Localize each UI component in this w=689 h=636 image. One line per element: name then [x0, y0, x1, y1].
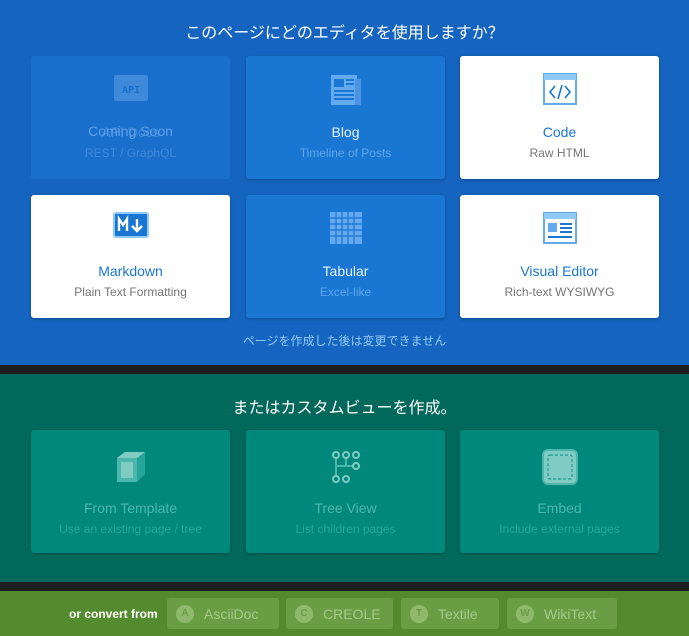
editor-card-tabular[interactable]: Tabular Excel-like — [246, 195, 445, 318]
card-subtitle: Excel-like — [319, 285, 372, 299]
grid-table-icon — [246, 212, 445, 246]
creole-icon: C — [295, 604, 313, 623]
card-subtitle: Rich-text WYSIWYG — [504, 285, 615, 299]
editor-section: このページにどのエディタを使用しますか？ API API Docs REST /… — [0, 0, 689, 365]
tree-icon — [246, 450, 445, 484]
convert-option-label: WikiText — [544, 605, 597, 622]
editor-section-title: このページにどのエディタを使用しますか？ — [185, 23, 504, 42]
wikitext-icon: W — [516, 604, 534, 623]
custom-card-from-template[interactable]: From Template Use an existing page / tre… — [31, 430, 230, 553]
custom-card-embed[interactable]: Embed Include external pages — [460, 430, 659, 553]
card-title: Embed — [537, 500, 582, 516]
card-title: Tree View — [314, 500, 377, 516]
card-title: Tabular — [322, 263, 369, 279]
editor-note: ページを作成した後は変更できません — [242, 334, 447, 348]
convert-option-asciidoc[interactable]: A AsciiDoc — [167, 598, 279, 629]
editor-card-visual-editor[interactable]: Visual Editor Rich-text WYSIWYG — [460, 195, 659, 318]
svg-text:API: API — [121, 85, 139, 96]
convert-option-label: CREOLE — [323, 605, 381, 622]
coming-soon-label: Coming Soon — [88, 123, 173, 139]
editor-card-api-docs: API API Docs REST / GraphQL Coming Soon — [31, 56, 230, 179]
cube-icon — [31, 450, 230, 484]
custom-card-tree-view[interactable]: Tree View List children pages — [246, 430, 445, 553]
card-title: Visual Editor — [520, 263, 599, 279]
textile-icon: T — [410, 604, 428, 623]
card-title: Blog — [331, 124, 360, 140]
convert-section: or convert from A AsciiDoc C CREOLE T Te… — [0, 591, 689, 636]
asciidoc-icon: A — [176, 604, 194, 623]
convert-option-wikitext[interactable]: W WikiText — [507, 598, 617, 629]
card-subtitle: Raw HTML — [529, 146, 590, 160]
editor-card-blog[interactable]: Blog Timeline of Posts — [246, 56, 445, 179]
custom-section-title: またはカスタムビューを作成。 — [232, 398, 457, 417]
card-subtitle: Timeline of Posts — [299, 146, 392, 160]
convert-label: or convert from — [69, 607, 158, 621]
card-subtitle: REST / GraphQL — [84, 146, 177, 160]
custom-view-section: またはカスタムビューを作成。 From Template Use an exis… — [0, 374, 689, 582]
editor-card-code[interactable]: Code Raw HTML — [460, 56, 659, 179]
card-subtitle: Use an existing page / tree — [59, 522, 202, 536]
newspaper-icon — [246, 73, 445, 107]
wysiwyg-window-icon — [460, 212, 659, 246]
embed-icon — [460, 448, 659, 485]
convert-option-label: Textile — [438, 605, 478, 622]
code-window-icon — [460, 73, 659, 107]
convert-option-label: AsciiDoc — [204, 605, 259, 622]
card-subtitle: Plain Text Formatting — [74, 285, 187, 299]
editor-card-markdown[interactable]: Markdown Plain Text Formatting — [31, 195, 230, 318]
card-title: Markdown — [98, 263, 163, 279]
markdown-icon — [31, 212, 230, 246]
convert-option-textile[interactable]: T Textile — [401, 598, 499, 629]
card-title: From Template — [83, 500, 178, 516]
card-title: Code — [542, 124, 577, 140]
card-subtitle: Include external pages — [499, 522, 620, 536]
api-icon: API — [31, 73, 230, 107]
convert-option-creole[interactable]: C CREOLE — [286, 598, 393, 629]
card-subtitle: List children pages — [295, 522, 396, 536]
